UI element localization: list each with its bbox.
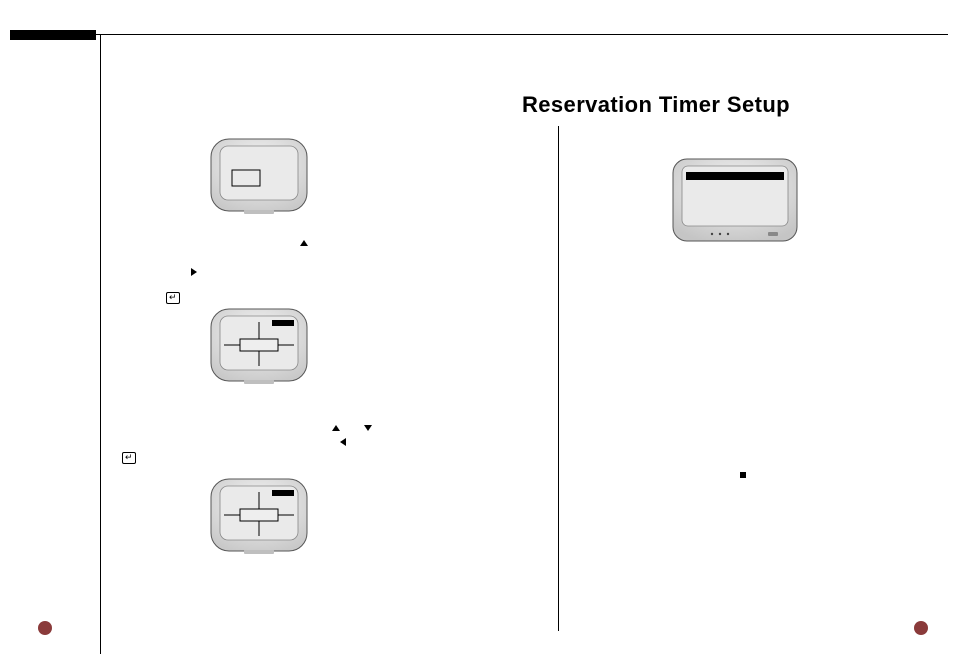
- arrow-up-icon: [300, 240, 308, 246]
- arrow-left-icon: [340, 438, 346, 446]
- page-marker-left: [38, 621, 52, 635]
- enter-key-icon: [166, 292, 180, 304]
- center-column-divider: [558, 126, 559, 631]
- header-tab-block: [10, 30, 96, 40]
- tv-diagram-4: [672, 158, 798, 248]
- vertical-divider-left: [100, 34, 101, 654]
- arrow-up-icon: [332, 425, 340, 431]
- arrow-right-icon: [191, 268, 197, 276]
- page-marker-right: [914, 621, 928, 635]
- enter-key-icon: [122, 452, 136, 464]
- tv-diagram-3: [210, 478, 308, 556]
- square-marker-icon: [740, 472, 746, 478]
- tv-diagram-2: [210, 308, 308, 386]
- page-title: Reservation Timer Setup: [522, 92, 790, 118]
- top-border-line: [10, 34, 948, 35]
- arrow-down-icon: [364, 425, 372, 431]
- tv-diagram-1: [210, 138, 308, 216]
